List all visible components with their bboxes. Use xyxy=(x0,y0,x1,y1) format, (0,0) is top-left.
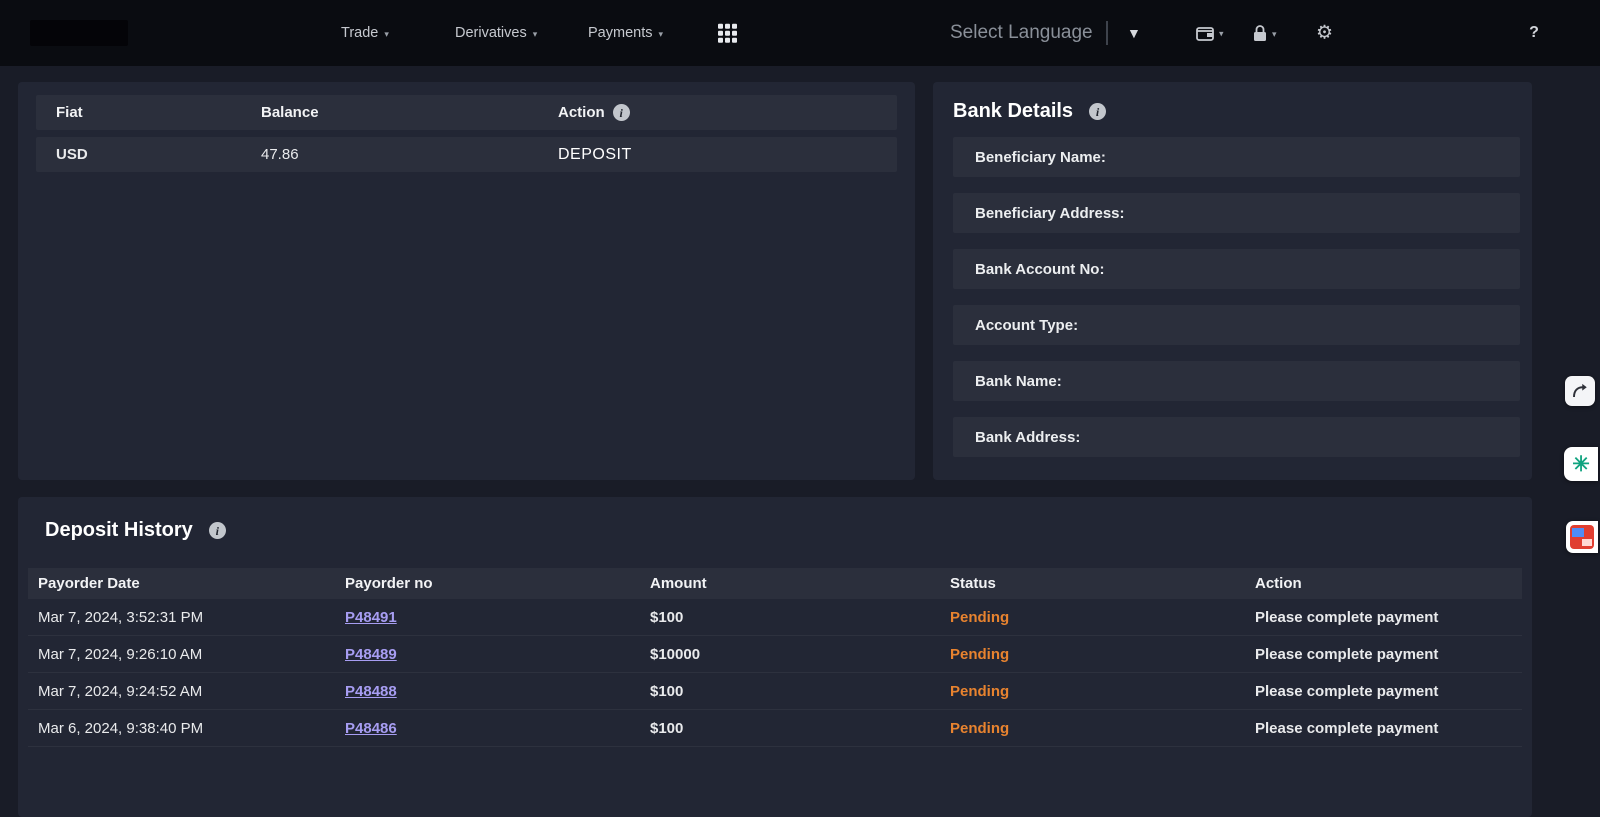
deposit-amount: $100 xyxy=(650,609,950,626)
col-status: Status xyxy=(950,575,1255,592)
apps-grid-icon[interactable] xyxy=(718,24,737,43)
action-text: Please complete payment xyxy=(1255,683,1522,700)
action-text: Please complete payment xyxy=(1255,646,1522,663)
assistant-extension-button[interactable]: ✳ xyxy=(1564,447,1598,481)
bank-detail-row: Account Type: xyxy=(953,305,1520,345)
fiat-balance-panel: Fiat Balance Action i USD 47.86 DEPOSIT xyxy=(18,82,915,480)
action-text: Please complete payment xyxy=(1255,720,1522,737)
nav-trade-label: Trade xyxy=(341,25,378,41)
payorder-date: Mar 7, 2024, 9:24:52 AM xyxy=(38,683,345,700)
wallet-icon xyxy=(1196,25,1215,42)
capture-logo-icon xyxy=(1570,525,1594,549)
wallet-menu[interactable]: ▾ xyxy=(1196,25,1224,42)
bank-details-list: Beneficiary Name: Beneficiary Address: B… xyxy=(953,137,1520,457)
chevron-down-icon: ▾ xyxy=(384,28,389,39)
bank-details-title: Bank Details xyxy=(953,100,1073,123)
nav-derivatives[interactable]: Derivatives ▾ xyxy=(455,25,537,41)
payorder-date: Mar 7, 2024, 3:52:31 PM xyxy=(38,609,345,626)
bank-detail-row: Bank Address: xyxy=(953,417,1520,457)
share-extension-button[interactable] xyxy=(1565,376,1595,406)
info-icon[interactable]: i xyxy=(209,522,226,539)
fiat-currency: USD xyxy=(56,146,261,163)
settings-gear-icon[interactable]: ⚙ xyxy=(1316,22,1333,45)
assistant-logo-icon: ✳ xyxy=(1572,454,1590,475)
info-icon[interactable]: i xyxy=(613,104,630,121)
col-action: Action xyxy=(1255,575,1522,592)
deposit-history-row: Mar 7, 2024, 3:52:31 PM P48491 $100 Pend… xyxy=(28,599,1522,636)
bank-detail-label: Account Type: xyxy=(975,317,1078,334)
bank-detail-row: Bank Name: xyxy=(953,361,1520,401)
bank-detail-label: Bank Account No: xyxy=(975,261,1104,278)
fiat-balance: 47.86 xyxy=(261,146,558,163)
nav-payments-label: Payments xyxy=(588,25,652,41)
payorder-link[interactable]: P48491 xyxy=(345,609,397,626)
status-badge: Pending xyxy=(950,683,1255,700)
info-icon[interactable]: i xyxy=(1089,103,1106,120)
bank-detail-label: Bank Address: xyxy=(975,429,1080,446)
deposit-button[interactable]: DEPOSIT xyxy=(558,146,877,164)
payorder-date: Mar 7, 2024, 9:26:10 AM xyxy=(38,646,345,663)
deposit-history-row: Mar 7, 2024, 9:26:10 AM P48489 $10000 Pe… xyxy=(28,636,1522,673)
help-icon[interactable]: ? xyxy=(1524,23,1544,43)
fiat-header-row: Fiat Balance Action i xyxy=(36,95,897,130)
nav-trade[interactable]: Trade ▾ xyxy=(341,25,389,41)
deposit-history-title: Deposit History xyxy=(45,519,193,542)
deposit-amount: $10000 xyxy=(650,646,950,663)
security-menu[interactable]: ▾ xyxy=(1252,24,1277,42)
fiat-column-header: Fiat xyxy=(56,104,261,121)
deposit-amount: $100 xyxy=(650,683,950,700)
lock-icon xyxy=(1252,24,1268,42)
chevron-down-icon: ▾ xyxy=(533,28,538,39)
bank-detail-label: Beneficiary Address: xyxy=(975,205,1125,222)
history-header-row: Payorder Date Payorder no Amount Status … xyxy=(28,568,1522,599)
bank-detail-row: Beneficiary Name: xyxy=(953,137,1520,177)
deposit-history-table: Payorder Date Payorder no Amount Status … xyxy=(28,568,1522,747)
payorder-date: Mar 6, 2024, 9:38:40 PM xyxy=(38,720,345,737)
status-badge: Pending xyxy=(950,646,1255,663)
status-badge: Pending xyxy=(950,720,1255,737)
language-dropdown-icon[interactable]: ▼ xyxy=(1127,25,1141,41)
chevron-down-icon: ▾ xyxy=(658,28,663,39)
divider xyxy=(1106,21,1108,45)
action-text: Please complete payment xyxy=(1255,609,1522,626)
chevron-down-icon: ▾ xyxy=(1272,28,1277,39)
nav-derivatives-label: Derivatives xyxy=(455,25,527,41)
payorder-link[interactable]: P48488 xyxy=(345,683,397,700)
bank-details-panel: Bank Details i Beneficiary Name: Benefic… xyxy=(933,82,1532,480)
bank-detail-row: Bank Account No: xyxy=(953,249,1520,289)
bank-detail-label: Beneficiary Name: xyxy=(975,149,1106,166)
col-payorder-date: Payorder Date xyxy=(38,575,345,592)
col-amount: Amount xyxy=(650,575,950,592)
top-nav: Trade ▾ Derivatives ▾ Payments ▾ Select … xyxy=(0,0,1600,66)
fiat-row-usd: USD 47.86 DEPOSIT xyxy=(36,137,897,172)
deposit-history-row: Mar 6, 2024, 9:38:40 PM P48486 $100 Pend… xyxy=(28,710,1522,747)
history-rows: Mar 7, 2024, 3:52:31 PM P48491 $100 Pend… xyxy=(28,599,1522,747)
balance-column-header: Balance xyxy=(261,104,558,121)
bank-detail-row: Beneficiary Address: xyxy=(953,193,1520,233)
nav-payments[interactable]: Payments ▾ xyxy=(588,25,663,41)
payorder-link[interactable]: P48486 xyxy=(345,720,397,737)
col-payorder-no: Payorder no xyxy=(345,575,650,592)
capture-extension-button[interactable] xyxy=(1566,521,1598,553)
deposit-history-panel: Deposit History i Payorder Date Payorder… xyxy=(18,497,1532,817)
bank-detail-label: Bank Name: xyxy=(975,373,1062,390)
action-column-header: Action xyxy=(558,104,605,121)
language-selector[interactable]: Select Language xyxy=(950,22,1093,44)
deposit-amount: $100 xyxy=(650,720,950,737)
status-badge: Pending xyxy=(950,609,1255,626)
logo[interactable] xyxy=(30,20,128,46)
deposit-history-row: Mar 7, 2024, 9:24:52 AM P48488 $100 Pend… xyxy=(28,673,1522,710)
share-arrow-icon xyxy=(1571,382,1589,400)
payorder-link[interactable]: P48489 xyxy=(345,646,397,663)
chevron-down-icon: ▾ xyxy=(1219,28,1224,39)
